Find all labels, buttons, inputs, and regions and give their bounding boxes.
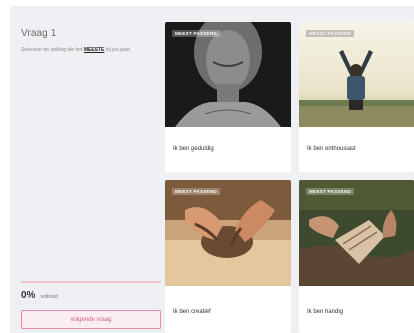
most-fitting-badge: MEEST PASSEND [172,188,221,195]
card-photo-patient [165,22,291,127]
progress-percent: 0% [21,290,36,301]
answer-card-patient[interactable]: MEEST PASSEND Ik ben geduldig [165,22,291,172]
instruction-prefix: Selecteer de stelling die het [21,47,83,53]
progress-label: voltooid [40,294,58,300]
card-photo-enthusiastic [299,22,414,127]
most-fitting-badge: MEEST PASSEND [306,30,355,37]
card-caption: Ik ben handig [307,309,344,315]
card-caption: Ik ben creatief [173,309,211,315]
progress-status: 0% voltooid [21,290,58,301]
portrait-photo [165,22,291,127]
card-caption: Ik ben enthousiast [307,146,356,152]
card-photo-creative [165,180,291,286]
handcraft-photo [299,180,414,286]
answer-card-enthusiastic[interactable]: MEEST PASSEND Ik ben enthousiast [299,22,414,172]
card-photo-handy [299,180,414,286]
most-fitting-badge: MEEST PASSEND [172,30,221,37]
question-title: Vraag 1 [21,28,57,39]
instruction-suffix: bij jou past. [105,47,132,53]
answer-card-creative[interactable]: MEEST PASSEND Ik ben creatief [165,180,291,333]
next-question-button[interactable]: volgende vraag [21,310,161,329]
card-caption: Ik ben geduldig [173,146,214,152]
question-instruction: Selecteer de stelling die het MEESTE bij… [21,47,161,53]
answer-card-handy[interactable]: MEEST PASSEND Ik ben handig [299,180,414,333]
pottery-hands-photo [165,180,291,286]
cheering-person-photo [299,22,414,127]
most-fitting-badge: MEEST PASSEND [306,188,355,195]
question-panel: Vraag 1 Selecteer de stelling die het ME… [10,6,162,333]
instruction-emphasis: MEESTE [83,47,105,53]
progress-bar [21,281,161,283]
app-container: Vraag 1 Selecteer de stelling die het ME… [10,6,414,333]
